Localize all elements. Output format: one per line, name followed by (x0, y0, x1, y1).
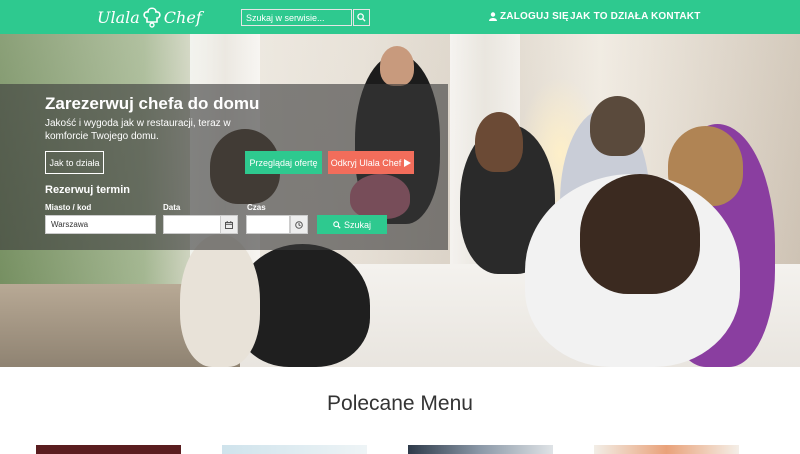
search-button[interactable] (353, 9, 370, 26)
clock-icon (295, 220, 303, 229)
menu-card-thumbnail[interactable] (36, 445, 181, 454)
city-label: Miasto / kod (45, 203, 92, 212)
search-input[interactable]: Szukaj w serwisie... (241, 9, 352, 26)
person-decor (590, 96, 645, 156)
search-icon (357, 13, 366, 22)
reservation-search-label: Szukaj (343, 219, 371, 230)
menu-card-thumbnail[interactable] (222, 445, 367, 454)
reservation-search-button[interactable]: Szukaj (317, 215, 387, 234)
person-decor (180, 234, 260, 367)
date-input[interactable] (163, 215, 221, 234)
how-it-works-button[interactable]: Jak to działa (45, 151, 104, 174)
login-label: ZALOGUJ SIĘ (500, 11, 569, 22)
browse-offer-button[interactable]: Przeglądaj ofertę (245, 151, 322, 174)
hero-title: Zarezerwuj chefa do domu (45, 94, 260, 113)
chef-hat-icon (143, 7, 161, 28)
time-picker-button[interactable] (290, 215, 308, 234)
navbar: Ulala Chef Szukaj w serwisie... ZALOGUJ … (0, 0, 800, 34)
time-label: Czas (247, 203, 266, 212)
person-decor (380, 46, 414, 86)
hero-subtitle: Jakość i wygoda jak w restauracji, teraz… (45, 118, 231, 142)
discover-button-label: Odkryj Ulala Chef (330, 157, 402, 168)
how-it-works-link[interactable]: JAK TO DZIAŁA (570, 11, 649, 22)
logo-text-left: Ulala (97, 7, 140, 27)
logo[interactable]: Ulala Chef (97, 4, 202, 30)
person-decor (475, 112, 523, 172)
calendar-icon (225, 220, 233, 229)
menu-card-thumbnail[interactable] (408, 445, 553, 454)
featured-menu-title: Polecane Menu (327, 392, 473, 415)
contact-link[interactable]: KONTAKT (651, 11, 701, 22)
login-link[interactable]: ZALOGUJ SIĘ (489, 11, 569, 22)
person-decor (580, 174, 700, 294)
time-input[interactable] (246, 215, 290, 234)
logo-text-right: Chef (163, 7, 202, 27)
menu-card-thumbnail[interactable] (594, 445, 739, 454)
discover-button[interactable]: Odkryj Ulala Chef (328, 151, 414, 174)
date-label: Data (163, 203, 181, 212)
date-picker-button[interactable] (220, 215, 238, 234)
user-icon (489, 12, 497, 21)
reservation-title: Rezerwuj termin (45, 184, 130, 196)
city-input[interactable]: Warszawa (45, 215, 156, 234)
play-icon (404, 158, 412, 167)
search-icon (333, 220, 341, 229)
